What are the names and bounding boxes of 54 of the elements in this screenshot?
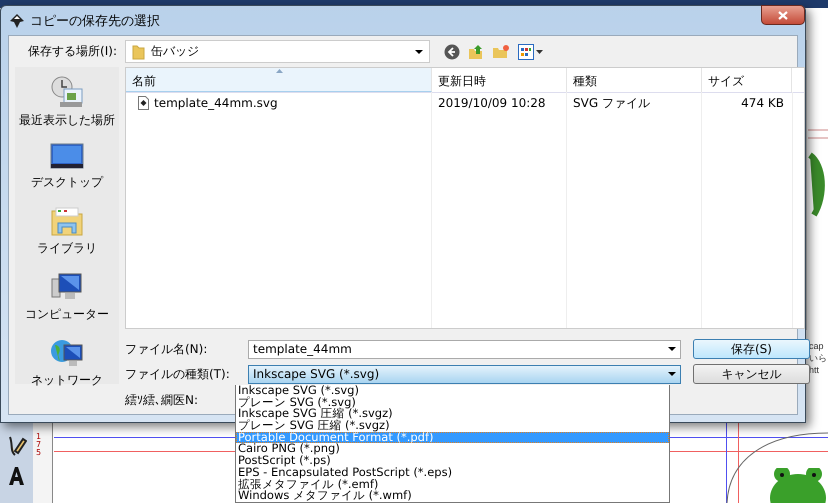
dropdown-arrow-icon bbox=[668, 372, 676, 376]
recent-places-icon bbox=[50, 75, 84, 109]
pen-icon[interactable] bbox=[6, 435, 26, 457]
monitor-icon bbox=[50, 143, 84, 171]
folder-up-icon[interactable] bbox=[468, 44, 484, 60]
window-title: コピーの保存先の選択 bbox=[30, 12, 160, 30]
file-type-option[interactable]: PostScript (*.ps) bbox=[236, 455, 669, 467]
file-type-option[interactable]: EPS - Encapsulated PostScript (*.eps) bbox=[236, 466, 669, 478]
ruler-label: 7 bbox=[36, 441, 42, 449]
file-type-dropdown[interactable]: Inkscape SVG (*.svg) bbox=[248, 364, 681, 384]
canvas-text: cap bbox=[809, 340, 825, 352]
back-icon[interactable] bbox=[444, 44, 460, 60]
new-folder-icon[interactable] bbox=[492, 44, 510, 60]
file-type-option[interactable]: Cairo PNG (*.png) bbox=[236, 443, 669, 456]
ruler-label: 1 bbox=[36, 433, 42, 441]
close-icon bbox=[778, 10, 788, 20]
folder-icon bbox=[50, 205, 84, 237]
file-type-label: ファイルの種類(T): bbox=[125, 366, 231, 382]
modified-date: 2019/10/09 10:28 bbox=[438, 96, 546, 110]
text-tool-icon[interactable] bbox=[6, 465, 26, 487]
sidebar-item[interactable]: ネットワーク bbox=[15, 335, 119, 391]
sidebar-item[interactable]: 最近表示した場所 bbox=[15, 73, 119, 131]
file-type-option[interactable]: Inkscape SVG (*.svg) bbox=[236, 385, 669, 397]
file-name-label: ファイル名(N): bbox=[125, 340, 208, 358]
title-label: 繧ｿ繧､繝医Ν: bbox=[125, 392, 200, 409]
file-name-field[interactable]: template_44mm bbox=[248, 340, 681, 358]
file-type-option[interactable]: 拡張メタファイル (*.emf) bbox=[236, 478, 669, 490]
file-type-option[interactable]: Windows メタファイル (*.wmf) bbox=[236, 490, 669, 502]
file-type: SVG ファイル bbox=[573, 94, 650, 112]
app-logo-icon bbox=[9, 12, 25, 28]
frog-drawing bbox=[768, 468, 828, 503]
sidebar-item[interactable]: ライブラリ bbox=[15, 203, 119, 259]
file-name[interactable]: template_44mm.svg bbox=[154, 96, 278, 110]
dropdown-arrow-icon bbox=[668, 347, 676, 351]
file-type-option[interactable]: プレーン SVG 圧縮 (*.svgz) bbox=[236, 420, 669, 432]
sidebar-item[interactable]: コンピューター bbox=[15, 269, 119, 325]
sidebar-item[interactable]: デスクトップ bbox=[15, 141, 119, 193]
folder-icon bbox=[132, 44, 145, 60]
save-location-dropdown[interactable]: 缶バッジ bbox=[125, 40, 430, 63]
network-icon bbox=[50, 337, 84, 369]
file-icon bbox=[138, 96, 149, 110]
canvas-text: いら bbox=[809, 352, 827, 364]
dropdown-arrow-icon bbox=[415, 50, 423, 54]
cancel-button[interactable]: キャンセル bbox=[693, 364, 810, 384]
sort-arrow-icon bbox=[276, 69, 283, 73]
ruler-label: 5 bbox=[36, 449, 42, 457]
file-type-option[interactable]: プレーン SVG (*.svg) bbox=[236, 396, 669, 408]
view-menu-icon[interactable] bbox=[518, 44, 544, 60]
save-location-label: 保存する場所(I): bbox=[27, 43, 118, 60]
save-button[interactable]: 保存(S) bbox=[693, 339, 810, 359]
close-button[interactable] bbox=[761, 5, 805, 25]
file-type-option[interactable]: Inkscape SVG 圧縮 (*.svgz) bbox=[236, 408, 669, 420]
column-header[interactable]: 名前 bbox=[126, 68, 432, 92]
file-size: 474 KB bbox=[741, 96, 784, 110]
